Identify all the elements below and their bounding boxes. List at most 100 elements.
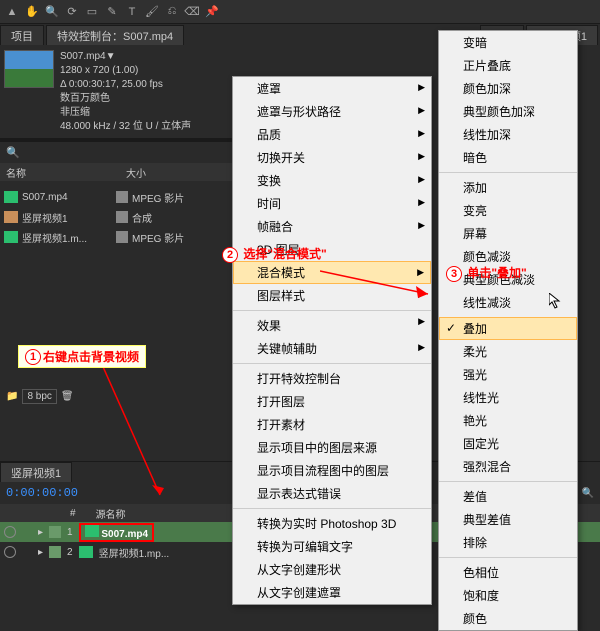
expand-icon[interactable]: ▸ — [38, 547, 43, 558]
submenu-item[interactable]: 屏幕 — [439, 222, 577, 245]
source-thumbnail — [4, 50, 54, 88]
col-name: 名称 — [0, 165, 120, 180]
comp-icon — [4, 211, 18, 223]
submenu-item[interactable]: 变亮 — [439, 199, 577, 222]
menu-item[interactable]: 切换开关 — [233, 146, 431, 169]
menu-item[interactable]: 打开素材 — [233, 413, 431, 436]
menu-item[interactable]: 显示项目流程图中的图层 — [233, 459, 431, 482]
submenu-item[interactable]: 艳光 — [439, 409, 577, 432]
hand-tool-icon[interactable]: ✋ — [24, 4, 40, 20]
trash-icon[interactable]: 🗑 — [61, 391, 74, 402]
menu-item[interactable]: 品质 — [233, 123, 431, 146]
submenu-item[interactable]: 排除 — [439, 531, 577, 554]
info-colors: 数百万颜色 — [60, 92, 191, 106]
rect-tool-icon[interactable]: ▭ — [84, 4, 100, 20]
info-compression: 非压缩 — [60, 106, 191, 120]
media-icon — [4, 231, 18, 243]
submenu-item[interactable]: 固定光 — [439, 432, 577, 455]
label-swatch — [116, 211, 128, 223]
current-timecode[interactable]: 0:00:00:00 — [6, 486, 78, 500]
visibility-toggle-icon[interactable] — [4, 546, 16, 558]
menu-item[interactable]: 显示项目中的图层来源 — [233, 436, 431, 459]
menu-item[interactable]: 时间 — [233, 192, 431, 215]
menu-item[interactable]: 打开图层 — [233, 390, 431, 413]
layer-num: 2 — [67, 547, 73, 558]
timeline-search-icon[interactable]: 🔍 — [582, 488, 594, 499]
submenu-item[interactable]: 典型差值 — [439, 508, 577, 531]
timeline-tab[interactable]: 竖屏视频1 — [0, 462, 72, 482]
col-type: 大小 — [120, 165, 152, 180]
info-dimensions: 1280 x 720 (1.00) — [60, 64, 191, 78]
info-audio: 48.000 kHz / 32 位 U / 立体声 — [60, 120, 191, 134]
expand-icon[interactable]: ▸ — [38, 527, 43, 538]
submenu-item[interactable]: 添加 — [439, 172, 577, 199]
media-icon — [4, 191, 18, 203]
submenu-item[interactable]: 线性光 — [439, 386, 577, 409]
submenu-item[interactable]: 颜色 — [439, 607, 577, 630]
submenu-item[interactable]: 暗色 — [439, 146, 577, 169]
menu-item[interactable]: 从文字创建遮罩 — [233, 581, 431, 604]
menu-item[interactable]: 变换 — [233, 169, 431, 192]
item-name: 竖屏视频1.m... — [22, 230, 112, 245]
zoom-tool-icon[interactable]: 🔍 — [44, 4, 60, 20]
annotation-2-text: 选择"混合模式" — [243, 247, 326, 261]
submenu-item[interactable]: 差值 — [439, 481, 577, 508]
annotation-3: 3 单击"叠加" — [446, 264, 527, 282]
submenu-item[interactable]: 典型颜色加深 — [439, 100, 577, 123]
paint-tool-icon[interactable]: 🖌 — [144, 4, 160, 20]
annotation-3-num: 3 — [446, 266, 462, 282]
submenu-item[interactable]: 柔光 — [439, 340, 577, 363]
menu-item[interactable]: 显示表达式错误 — [233, 482, 431, 505]
layer-name-highlight: S007.mp4 — [79, 523, 154, 542]
submenu-item[interactable]: ✓叠加 — [439, 317, 577, 340]
source-info: S007.mp4▼ 1280 x 720 (1.00) Δ 0:00:30:17… — [60, 50, 191, 134]
menu-item[interactable]: 遮罩与形状路径 — [233, 100, 431, 123]
cursor-tool-icon[interactable]: ▲ — [4, 4, 20, 20]
menu-item[interactable]: 关键帧辅助 — [233, 337, 431, 360]
media-icon — [79, 546, 93, 558]
main-toolbar: ▲ ✋ 🔍 ⟳ ▭ ✎ T 🖌 ⎌ ⌫ 📌 — [0, 0, 600, 24]
menu-item[interactable]: 帧融合 — [233, 215, 431, 238]
item-type: MPEG 影片 — [132, 230, 184, 245]
label-swatch — [116, 231, 128, 243]
stamp-tool-icon[interactable]: ⎌ — [164, 4, 180, 20]
submenu-item[interactable]: 强烈混合 — [439, 455, 577, 478]
annotation-2: 2 选择"混合模式" — [222, 245, 327, 263]
menu-item[interactable]: 效果 — [233, 310, 431, 337]
info-filename: S007.mp4▼ — [60, 50, 191, 64]
menu-item[interactable]: 遮罩 — [233, 77, 431, 100]
bpc-label[interactable]: 8 bpc — [22, 389, 56, 404]
annotation-1-num: 1 — [25, 349, 41, 365]
label-swatch — [116, 191, 128, 203]
rotate-tool-icon[interactable]: ⟳ — [64, 4, 80, 20]
submenu-item[interactable]: 线性加深 — [439, 123, 577, 146]
menu-item[interactable]: 从文字创建形状 — [233, 558, 431, 581]
item-type: 合成 — [132, 210, 152, 225]
submenu-item[interactable]: 变暗 — [439, 31, 577, 54]
layer-name: S007.mp4 — [101, 529, 148, 540]
comp-btn-icon[interactable]: 📁 — [6, 391, 18, 402]
annotation-2-num: 2 — [222, 247, 238, 263]
puppet-tool-icon[interactable]: 📌 — [204, 4, 220, 20]
text-tool-icon[interactable]: T — [124, 4, 140, 20]
menu-item[interactable]: 转换为可编辑文字 — [233, 535, 431, 558]
submenu-item[interactable]: 强光 — [439, 363, 577, 386]
menu-item[interactable]: 转换为实时 Photoshop 3D — [233, 508, 431, 535]
submenu-item[interactable]: 颜色加深 — [439, 77, 577, 100]
visibility-toggle-icon[interactable] — [4, 526, 16, 538]
pen-tool-icon[interactable]: ✎ — [104, 4, 120, 20]
submenu-item[interactable]: 饱和度 — [439, 584, 577, 607]
submenu-item[interactable]: 正片叠底 — [439, 54, 577, 77]
tab-effects-console[interactable]: 特效控制台：S007.mp4 — [46, 25, 184, 45]
erase-tool-icon[interactable]: ⌫ — [184, 4, 200, 20]
layer-name: 竖屏视频1.mp... — [99, 545, 170, 560]
col-num: # — [70, 508, 76, 519]
label-swatch[interactable] — [49, 546, 61, 558]
layer-num: 1 — [67, 527, 73, 538]
submenu-item[interactable]: 色相位 — [439, 557, 577, 584]
mouse-cursor-icon — [549, 293, 565, 309]
tab-project[interactable]: 项目 — [0, 25, 44, 45]
label-swatch[interactable] — [49, 526, 61, 538]
menu-item[interactable]: 打开特效控制台 — [233, 363, 431, 390]
item-name: S007.mp4 — [22, 192, 112, 203]
